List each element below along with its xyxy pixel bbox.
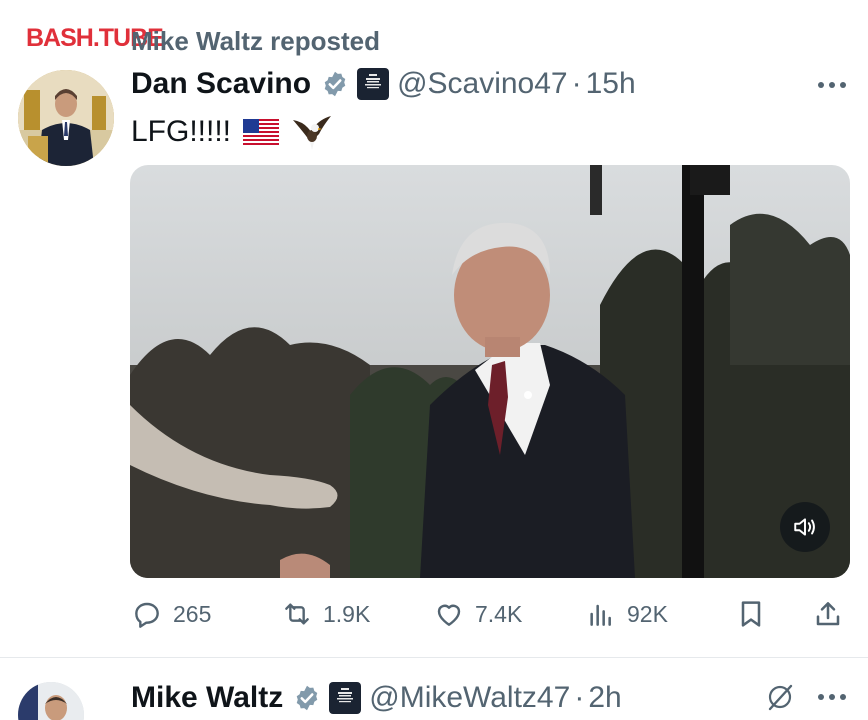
tweet-text: LFG!!!!! — [131, 115, 232, 148]
tweet-divider — [0, 657, 868, 658]
author-handle[interactable]: @Scavino47 — [397, 67, 568, 101]
heart-icon — [437, 604, 461, 626]
verified-badge-icon[interactable] — [293, 684, 321, 712]
repost-icon — [285, 603, 309, 625]
mute-toggle-button[interactable] — [780, 502, 830, 552]
next-tweet-header: Mike Waltz @MikeWaltz47 · 2h — [131, 678, 622, 718]
tweet-body: LFG!!!!! — [131, 112, 333, 152]
verified-badge-icon[interactable] — [321, 70, 349, 98]
views-chart-icon — [590, 604, 611, 626]
reply-icon — [135, 602, 159, 628]
bookmark-icon — [741, 601, 761, 627]
repost-count: 1.9K — [323, 600, 371, 627]
views-count: 92K — [627, 600, 668, 627]
tweet-action-bar: 265 1.9K 7.4K 92K — [0, 594, 868, 634]
white-house-affiliate-icon[interactable] — [329, 682, 362, 714]
author-avatar[interactable] — [18, 70, 114, 166]
grok-icon[interactable] — [765, 682, 795, 712]
separator: · — [571, 67, 582, 100]
next-timestamp[interactable]: 2h — [588, 681, 621, 715]
share-icon — [816, 602, 840, 626]
like-button[interactable]: 7.4K — [433, 594, 522, 634]
separator: · — [574, 681, 585, 714]
reply-count: 265 — [173, 600, 212, 627]
reply-button[interactable]: 265 — [131, 594, 211, 634]
timestamp[interactable]: 15h — [586, 67, 636, 101]
author-name[interactable]: Dan Scavino — [131, 67, 311, 101]
more-options-icon[interactable] — [818, 82, 846, 88]
repost-button[interactable]: 1.9K — [281, 594, 370, 634]
views-button[interactable]: 92K — [585, 594, 668, 634]
tweet-video[interactable] — [130, 165, 850, 578]
like-count: 7.4K — [475, 600, 523, 627]
eagle-emoji-icon — [293, 116, 332, 150]
more-options-icon[interactable] — [818, 694, 846, 700]
next-author-name[interactable]: Mike Waltz — [131, 681, 283, 715]
tweet-header: Dan Scavino @Scavino47 · 15h — [131, 64, 636, 104]
next-author-avatar[interactable] — [18, 682, 84, 720]
share-button[interactable] — [812, 594, 844, 634]
white-house-affiliate-icon[interactable] — [357, 68, 390, 100]
next-author-handle[interactable]: @MikeWaltz47 — [369, 681, 570, 715]
volume-icon — [794, 518, 815, 536]
us-flag-emoji-icon — [243, 119, 280, 145]
repost-label[interactable]: Mike Waltz reposted — [131, 26, 380, 57]
bookmark-button[interactable] — [735, 594, 767, 634]
